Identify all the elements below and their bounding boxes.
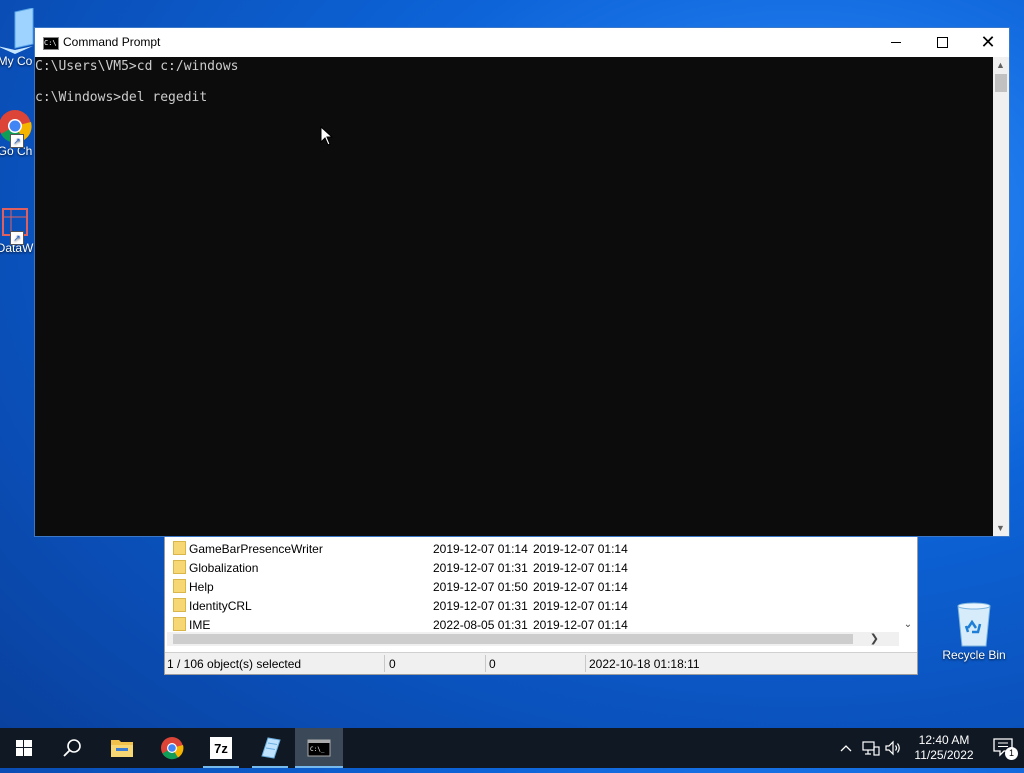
file-manager-window[interactable]: GameBarPresenceWriter 2019-12-07 01:14 2… [164,520,918,675]
file-name: Globalization [189,561,259,575]
scrollbar-thumb[interactable] [173,634,853,644]
command-prompt-icon: C:\ [43,37,59,50]
clock[interactable]: 12:40 AM 11/25/2022 [904,733,984,763]
file-name: IdentityCRL [189,599,252,613]
taskbar: 7z C:\_ 12:40 AM 11/25/2022 1 [0,728,1024,768]
status-bar: 1 / 106 object(s) selected 0 0 2022-10-1… [165,652,917,674]
minimize-button[interactable] [873,28,919,57]
selection-status: 1 / 106 object(s) selected [167,657,302,671]
svg-text:7z: 7z [214,741,228,756]
minimize-icon [891,42,901,43]
system-tray: 12:40 AM 11/25/2022 1 [836,728,1024,768]
date-status: 2022-10-18 01:18:11 [589,657,700,671]
list-item[interactable]: Help 2019-12-07 01:50 2019-12-07 01:14 [171,577,891,596]
chrome-icon [161,737,184,760]
scrollbar-thumb[interactable] [995,74,1007,92]
mouse-pointer-icon [320,126,334,146]
clock-time: 12:40 AM [918,733,970,747]
divider [585,655,586,672]
list-item[interactable]: Globalization 2019-12-07 01:31 2019-12-0… [171,558,891,577]
horizontal-scrollbar[interactable]: ❯ [167,632,899,646]
search-icon [63,739,81,757]
start-button[interactable] [0,728,48,768]
divider [485,655,486,672]
file-name: Help [189,580,214,594]
folder-icon [173,560,186,574]
notification-badge: 1 [1005,747,1018,760]
list-item[interactable]: IdentityCRL 2019-12-07 01:31 2019-12-07 … [171,596,891,615]
notification-center-button[interactable]: 1 [992,736,1018,760]
file-created: 2019-12-07 01:14 [533,542,628,556]
console-line: c:\Windows>del regedit [35,90,208,105]
chevron-down-icon[interactable]: ⌄ [901,619,915,633]
chevron-up-icon[interactable] [838,740,854,756]
shortcut-arrow-icon: ↗ [10,134,24,148]
recycle-bin-icon [957,602,991,647]
volume-icon[interactable] [884,739,902,757]
title-bar[interactable]: C:\ Command Prompt ✕ [35,28,1009,57]
file-created: 2019-12-07 01:14 [533,580,628,594]
command-prompt-icon: C:\_ [307,739,331,757]
taskbar-command-prompt[interactable]: C:\_ [295,728,343,768]
file-modified: 2022-08-05 01:31 [433,618,528,632]
file-modified: 2019-12-07 01:31 [433,561,528,575]
7zip-icon: 7z [210,737,232,759]
windows-logo-icon [16,740,32,756]
close-icon: ✕ [980,32,996,52]
desktop-icon-recycle-bin[interactable]: Recycle Bin [939,600,1009,662]
vertical-scrollbar[interactable]: ⌄ [901,537,915,633]
folder-icon [173,617,186,631]
folder-icon [173,579,186,593]
search-button[interactable] [48,728,96,768]
file-name: GameBarPresenceWriter [189,542,323,556]
command-prompt-window[interactable]: C:\ Command Prompt ✕ C:\Users\VM5>cd c:/… [34,27,1010,537]
network-icon[interactable] [862,739,880,757]
packed-size-status: 0 [489,657,496,671]
file-modified: 2019-12-07 01:31 [433,599,528,613]
file-created: 2019-12-07 01:14 [533,618,628,632]
taskbar-7zip[interactable]: 7z [197,728,245,768]
chevron-up-icon[interactable]: ▲ [996,60,1005,70]
size-status: 0 [389,657,396,671]
file-name: IME [189,618,211,632]
maximize-button[interactable] [919,28,965,57]
clock-date: 11/25/2022 [914,748,974,762]
console-line: C:\Users\VM5>cd c:/windows [35,59,239,74]
file-modified: 2019-12-07 01:14 [433,542,528,556]
shortcut-arrow-icon: ↗ [10,231,24,245]
desktop-icon-label: Recycle Bin [942,648,1006,662]
chevron-down-icon[interactable]: ▼ [996,523,1005,533]
maximize-icon [937,37,948,48]
computer-icon [0,8,34,54]
folder-icon [173,598,186,612]
folder-icon [173,541,186,555]
taskbar-notepad[interactable] [246,728,294,768]
taskbar-chrome[interactable] [148,728,196,768]
folder-icon [111,740,133,757]
notepad-icon [261,737,281,759]
file-created: 2019-12-07 01:14 [533,561,628,575]
window-title: Command Prompt [63,35,161,49]
chevron-right-icon[interactable]: ❯ [870,632,879,645]
console-output[interactable]: C:\Users\VM5>cd c:/windows c:\Windows>de… [35,57,993,536]
svg-text:C:\_: C:\_ [310,746,325,753]
list-item[interactable]: GameBarPresenceWriter 2019-12-07 01:14 2… [171,539,891,558]
taskbar-file-explorer[interactable] [98,728,146,768]
close-button[interactable]: ✕ [965,28,1011,57]
file-created: 2019-12-07 01:14 [533,599,628,613]
divider [384,655,385,672]
console-scrollbar[interactable]: ▲ ▼ [993,57,1009,536]
file-modified: 2019-12-07 01:50 [433,580,528,594]
